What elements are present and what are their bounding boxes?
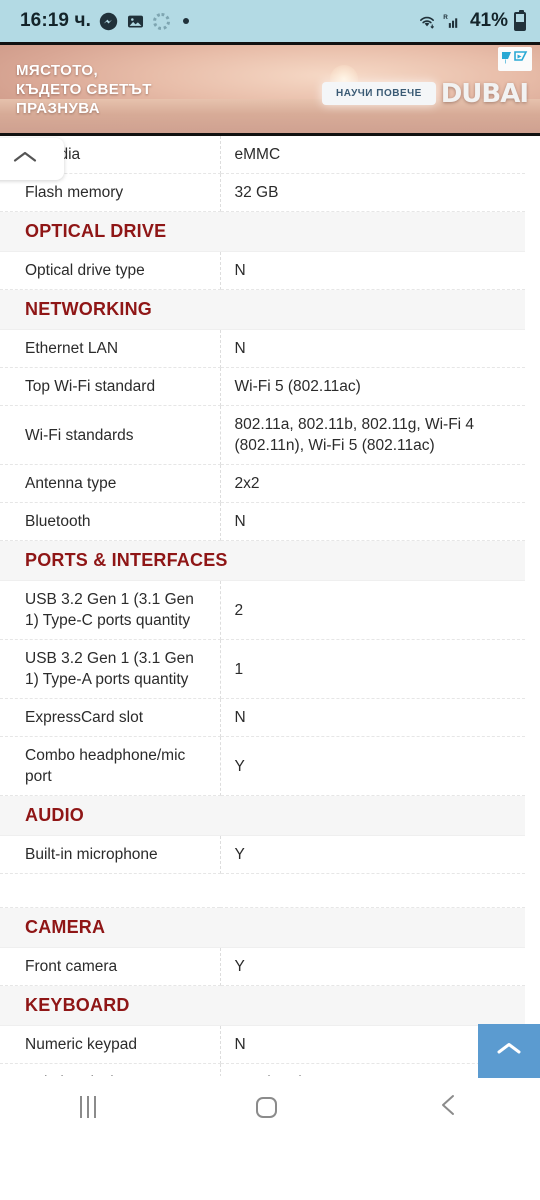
spec-row: ExpressCard slot N (0, 698, 525, 737)
spec-row: Antenna type 2x2 (0, 464, 525, 503)
spec-value: Y (220, 835, 525, 874)
status-bar-right: R 41% (416, 9, 526, 32)
ad-headline-line-1: МЯСТОТО, (16, 62, 99, 79)
ad-headline-line-2: КЪДЕТО СВЕТЪТ (16, 81, 152, 98)
spec-label: Antenna type (0, 464, 221, 503)
spec-row: Wi-Fi standards 802.11a, 802.11b, 802.11g… (0, 405, 525, 465)
mobile-signal-roaming-icon: R (442, 12, 462, 31)
spec-label: Bluetooth (0, 502, 221, 541)
ad-headline: МЯСТОТО, КЪДЕТО СВЕТЪТ ПРАЗНУВА (16, 61, 152, 118)
spec-row: USB 3.2 Gen 1 (3.1 Gen 1) Type-A ports q… (0, 639, 525, 699)
spec-section-header-cell: OPTICAL DRIVE (0, 211, 525, 252)
spec-section-header-cell: PORTS & INTERFACES (0, 540, 525, 581)
spec-label: USB 3.2 Gen 1 (3.1 Gen 1) Type-C ports q… (0, 580, 221, 640)
spec-section-title: NETWORKING (25, 299, 152, 319)
dot-indicator-icon (182, 18, 189, 24)
recents-bar-1 (80, 1096, 83, 1118)
status-bar: 16:19 ч. R 41% (0, 0, 540, 42)
battery-icon (514, 9, 526, 31)
spec-row: USB 3.2 Gen 1 (3.1 Gen 1) Type-C ports q… (0, 580, 525, 640)
loading-spinner-icon (152, 12, 170, 30)
spec-label: ExpressCard slot (0, 698, 221, 737)
spec-section-title: OPTICAL DRIVE (25, 221, 167, 241)
spec-label: Numeric keypad (0, 1025, 221, 1064)
spec-label: Front camera (0, 947, 221, 986)
ad-brand-logo: DUBAI (440, 79, 529, 109)
ad-banner[interactable]: МЯСТОТО, КЪДЕТО СВЕТЪТ ПРАЗНУВА НАУЧИ ПО… (0, 42, 540, 136)
spec-spacer-row (0, 873, 525, 908)
spec-label: Combo headphone/mic port (0, 736, 221, 796)
svg-text:i: i (505, 59, 507, 66)
spec-section-header-cell: AUDIO (0, 795, 525, 836)
spec-value: 2 (220, 580, 525, 640)
spec-label: USB 3.2 Gen 1 (3.1 Gen 1) Type-A ports q… (0, 639, 221, 699)
spec-row: Optical drive type N (0, 251, 525, 290)
spec-row: e mediaeMMC (0, 136, 525, 174)
spec-value: Y (220, 736, 525, 796)
ad-headline-line-3: ПРАЗНУВА (16, 100, 100, 117)
spec-value: Wi-Fi 5 (802.11ac) (220, 367, 525, 406)
chevron-up-icon (495, 1040, 523, 1062)
spec-section-title: CAMERA (25, 917, 106, 937)
spec-section-header-cell: KEYBOARD (0, 985, 525, 1026)
spec-section-header-cell: NETWORKING (0, 289, 525, 330)
recents-bar-3 (94, 1096, 97, 1118)
spec-row: Top Wi-Fi standard Wi-Fi 5 (802.11ac) (0, 367, 525, 406)
back-button[interactable] (438, 1093, 460, 1122)
collapse-section-button[interactable] (0, 138, 64, 180)
spec-value: 2x2 (220, 464, 525, 503)
recents-button[interactable] (80, 1096, 97, 1118)
spec-value: N (220, 251, 525, 290)
spec-row: Combo headphone/mic port Y (0, 736, 525, 796)
spec-section-header-cell: CAMERA (0, 907, 525, 948)
spec-row: Front camera Y (0, 947, 525, 986)
scroll-to-top-button[interactable] (478, 1024, 540, 1078)
spec-label: Ethernet LAN (0, 329, 221, 368)
svg-text:R: R (443, 14, 448, 21)
spec-section-title: KEYBOARD (25, 995, 130, 1015)
spec-label: Wi-Fi standards (0, 405, 221, 465)
spec-row: Ethernet LAN N (0, 329, 525, 368)
android-navigation-bar (0, 1076, 540, 1138)
spec-section-header: AUDIO (0, 795, 525, 836)
battery-percent-label: 41% (469, 10, 508, 31)
specifications-table: e mediaeMMCFlash memory32 GB OPTICAL DRIV… (0, 136, 525, 1138)
spec-spacer-cell (0, 873, 220, 908)
wifi-icon (416, 12, 438, 31)
spec-value: Y (220, 947, 525, 986)
spec-value: eMMC (220, 136, 525, 174)
ad-cta-button[interactable]: НАУЧИ ПОВЕЧЕ (322, 82, 436, 105)
spec-label: Built-in microphone (0, 835, 221, 874)
recents-bar-2 (87, 1096, 90, 1118)
spec-value: N (220, 329, 525, 368)
spec-sheet-content[interactable]: e mediaeMMCFlash memory32 GB OPTICAL DRIV… (0, 136, 540, 1138)
spec-value: 32 GB (220, 173, 525, 212)
messenger-icon (99, 12, 118, 31)
spec-section-title: PORTS & INTERFACES (25, 550, 228, 570)
spec-value: 802.11a, 802.11b, 802.11g, Wi-Fi 4 (802.… (220, 405, 525, 465)
spec-spacer-cell (220, 873, 525, 908)
chevron-up-icon (12, 149, 38, 170)
spec-label: Optical drive type (0, 251, 221, 290)
spec-section-header: CAMERA (0, 907, 525, 948)
spec-value: 1 (220, 639, 525, 699)
spec-row: Bluetooth N (0, 502, 525, 541)
spec-section-header: NETWORKING (0, 289, 525, 330)
spec-row: Flash memory 32 GB (0, 173, 525, 212)
specifications-table-body: e mediaeMMCFlash memory32 GB OPTICAL DRIV… (0, 136, 525, 1138)
spec-section-title: AUDIO (25, 805, 84, 825)
adchoices-icon[interactable]: i (498, 47, 532, 71)
spec-row: Built-in microphone Y (0, 835, 525, 874)
gallery-icon (126, 12, 145, 31)
spec-section-header: OPTICAL DRIVE (0, 211, 525, 252)
spec-row: Numeric keypad N (0, 1025, 525, 1064)
spec-value: N (220, 698, 525, 737)
spec-section-header: KEYBOARD (0, 985, 525, 1026)
status-bar-left: 16:19 ч. (20, 10, 189, 32)
home-button[interactable] (256, 1096, 278, 1118)
spec-section-header: PORTS & INTERFACES (0, 540, 525, 581)
spec-label: Top Wi-Fi standard (0, 367, 221, 406)
spec-value: N (220, 502, 525, 541)
status-bar-clock: 16:19 ч. (20, 10, 91, 31)
